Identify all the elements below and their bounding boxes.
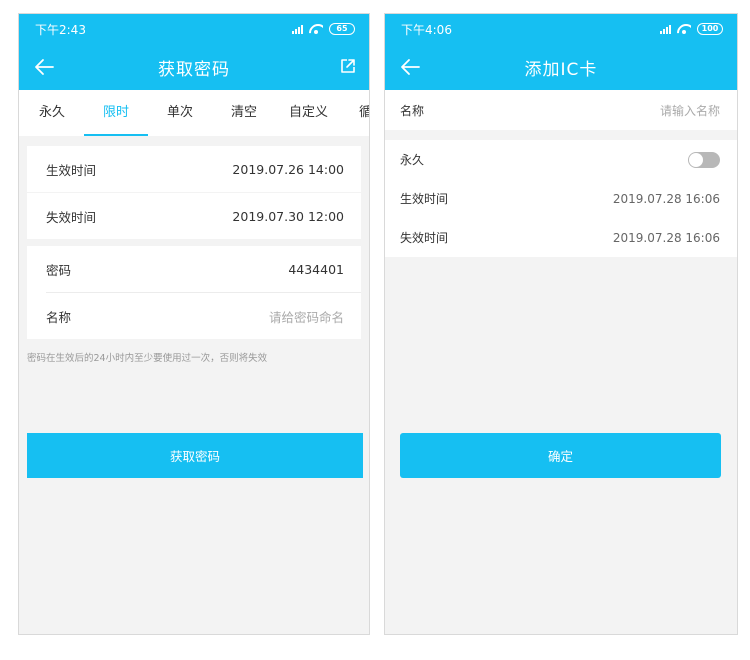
start-time-row[interactable]: 生效时间 2019.07.26 14:00 [27,146,361,192]
wifi-icon [677,24,691,34]
password-card: 密码 4434401 名称 请给密码命名 [27,246,361,339]
status-bar: 下午4:06 100 [385,14,737,44]
page-title: 添加IC卡 [524,59,598,80]
start-time-value: 2019.07.26 14:00 [232,161,344,177]
get-password-button[interactable]: 获取密码 [27,433,363,478]
tab-permanent[interactable]: 永久 [39,90,65,136]
status-time: 下午4:06 [401,22,452,37]
password-row: 密码 4434401 [27,246,361,292]
battery-icon: 100 [697,23,723,35]
page-title: 获取密码 [158,59,230,80]
permanent-label: 永久 [400,153,425,167]
battery-icon: 65 [329,23,355,35]
add-ic-card-screen: 下午4:06 100 添加IC卡 名称 请输入名称 永久 生效时间 2019.0… [384,13,738,635]
tab-custom[interactable]: 自定义 [289,90,328,136]
nav-bar: 添加IC卡 [385,44,737,90]
name-label: 名称 [400,103,425,118]
tab-clear[interactable]: 清空 [231,90,257,136]
end-time-label: 失效时间 [400,231,449,245]
confirm-button[interactable]: 确定 [400,433,721,478]
signal-icon [660,24,671,34]
start-time-label: 生效时间 [400,192,449,206]
name-input[interactable]: 请输入名称 [660,102,720,119]
tab-single[interactable]: 单次 [167,90,193,136]
share-icon[interactable] [339,57,357,75]
name-row[interactable]: 名称 请输入名称 [385,90,737,130]
back-arrow-icon[interactable] [399,56,421,78]
password-value: 4434401 [288,261,344,277]
tab-cycle[interactable]: 循 [359,90,369,136]
validity-section: 永久 生效时间 2019.07.28 16:06 失效时间 2019.07.28… [385,140,737,257]
name-section: 名称 请输入名称 [385,90,737,130]
start-time-row[interactable]: 生效时间 2019.07.28 16:06 [385,179,737,218]
name-input[interactable]: 请给密码命名 [269,307,344,326]
end-time-row[interactable]: 失效时间 2019.07.28 16:06 [385,218,737,257]
permanent-toggle[interactable] [688,151,720,168]
name-label: 名称 [46,309,72,325]
time-card: 生效时间 2019.07.26 14:00 [27,146,361,192]
get-password-screen: 下午2:43 65 获取密码 永久 限时 单次 清空 自定义 循 生效时间 20… [18,13,370,635]
start-time-value: 2019.07.28 16:06 [612,191,720,206]
usage-hint: 密码在生效后的24小时内至少要使用过一次，否则将失效 [27,353,268,364]
nav-bar: 获取密码 [19,44,369,90]
name-row[interactable]: 名称 请给密码命名 [27,293,361,339]
end-time-value: 2019.07.30 12:00 [232,208,344,224]
status-time: 下午2:43 [35,22,86,37]
signal-icon [292,24,303,34]
permanent-row: 永久 [385,140,737,179]
password-label: 密码 [46,262,72,278]
wifi-icon [309,24,323,34]
status-bar: 下午2:43 65 [19,14,369,44]
start-time-label: 生效时间 [46,162,97,178]
end-time-label: 失效时间 [46,209,97,225]
end-time-value: 2019.07.28 16:06 [612,230,720,245]
end-time-card: 失效时间 2019.07.30 12:00 [27,193,361,239]
end-time-row[interactable]: 失效时间 2019.07.30 12:00 [27,193,361,239]
back-arrow-icon[interactable] [33,56,55,78]
tab-limited[interactable]: 限时 [83,90,149,136]
mode-tabs: 永久 限时 单次 清空 自定义 循 [19,90,369,136]
